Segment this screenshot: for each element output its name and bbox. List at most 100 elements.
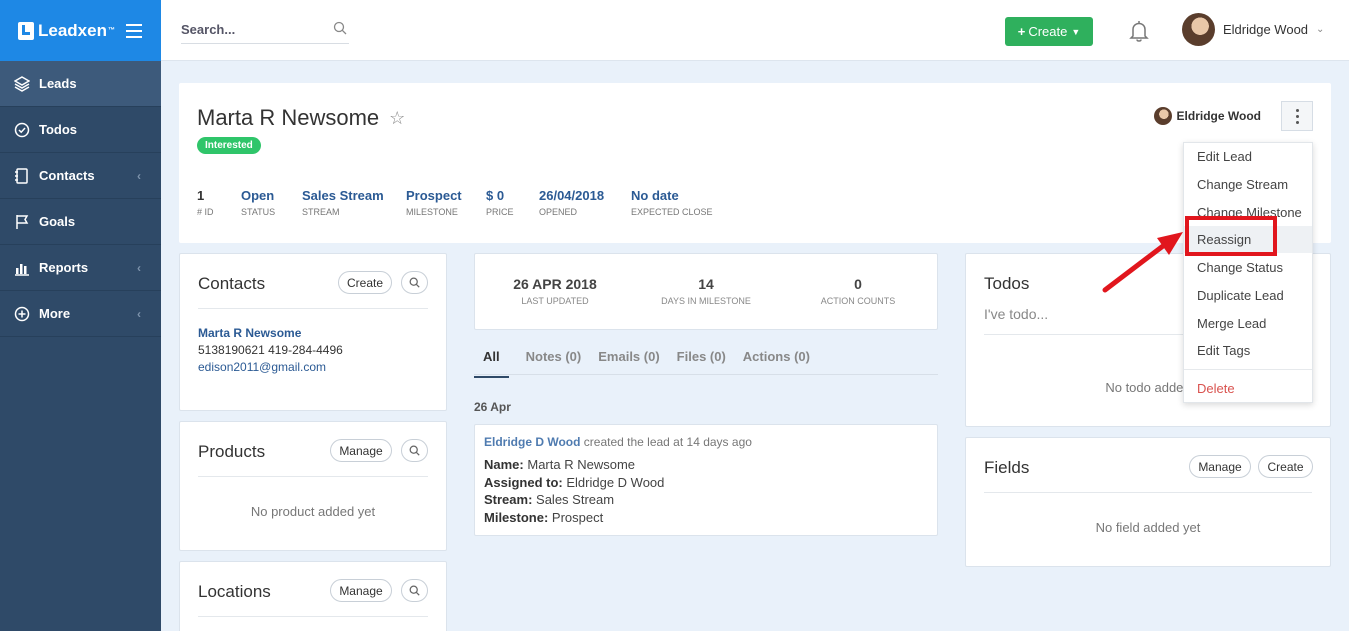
- todos-title: Todos: [984, 274, 1030, 293]
- more-options-icon[interactable]: [1281, 101, 1313, 131]
- tab-emails[interactable]: Emails (0): [598, 344, 659, 378]
- menu-item-change-status[interactable]: Change Status: [1197, 260, 1283, 275]
- brand-logo[interactable]: Leadxen ™: [18, 21, 115, 41]
- locations-manage-button[interactable]: Manage: [330, 579, 392, 602]
- tab-actions[interactable]: Actions (0): [743, 344, 810, 378]
- sidebar-item-label: Goals: [39, 214, 76, 229]
- timeline-line: Name: Marta R Newsome: [484, 457, 635, 472]
- line-value: Prospect: [548, 510, 604, 525]
- fields-create-button[interactable]: Create: [1258, 455, 1313, 478]
- line-key: Name:: [484, 457, 524, 472]
- products-manage-button[interactable]: Manage: [330, 439, 392, 462]
- meta-milestone[interactable]: Prospect MILESTONE: [406, 188, 462, 217]
- sidebar-item-reports[interactable]: Reports ‹: [0, 245, 161, 291]
- sidebar-item-goals[interactable]: Goals: [0, 199, 161, 245]
- search-input[interactable]: [181, 17, 321, 41]
- menu-item-merge-lead[interactable]: Merge Lead: [1197, 316, 1266, 331]
- tabs-divider: [474, 374, 938, 375]
- sidebar-item-label: Reports: [39, 260, 89, 275]
- timeline-line: Milestone: Prospect: [484, 510, 603, 525]
- meta-label: STREAM: [302, 207, 340, 217]
- topbar: + Create ▼ Eldridge Wood ⌄: [161, 0, 1349, 61]
- meta-id: 1 # ID: [197, 188, 214, 217]
- tab-all[interactable]: All: [474, 344, 509, 378]
- menu-item-edit-lead[interactable]: Edit Lead: [1197, 149, 1252, 164]
- chevron-down-icon: ⌄: [1316, 24, 1325, 35]
- stat-value: 0: [854, 276, 862, 292]
- contacts-title: Contacts: [198, 274, 266, 293]
- highlight-box: [1185, 216, 1277, 256]
- stat-value: 14: [698, 276, 714, 292]
- sidebar-item-label: Contacts: [39, 168, 95, 183]
- stat-last-updated: 26 APR 2018 LAST UPDATED: [480, 276, 630, 306]
- todo-input[interactable]: I've todo...: [984, 306, 1048, 322]
- menu-item-change-stream[interactable]: Change Stream: [1197, 177, 1288, 192]
- products-empty-text: No product added yet: [250, 504, 376, 519]
- lead-actions-menu: Edit Lead Change Stream Change Milestone…: [1183, 142, 1313, 403]
- menu-divider: [1184, 369, 1312, 370]
- contacts-card: Contacts Create Marta R Newsome 51381906…: [179, 253, 447, 411]
- line-key: Stream:: [484, 492, 533, 507]
- star-icon[interactable]: ☆: [389, 108, 405, 129]
- create-button[interactable]: + Create ▼: [1005, 17, 1093, 46]
- layers-icon: [14, 75, 30, 92]
- lead-owner[interactable]: Eldridge Wood: [1153, 107, 1261, 125]
- stat-value: 26 APR 2018: [513, 276, 597, 292]
- stat-action-counts: 0 ACTION COUNTS: [783, 276, 933, 306]
- annotation-arrow-icon: [1102, 232, 1183, 293]
- user-menu[interactable]: Eldridge Wood ⌄: [1182, 13, 1324, 46]
- meta-value: 26/04/2018: [539, 188, 605, 203]
- menu-item-delete[interactable]: Delete: [1197, 381, 1235, 396]
- owner-name: Eldridge Wood: [1176, 109, 1261, 123]
- search-icon[interactable]: [401, 579, 428, 602]
- chevron-left-icon: ‹: [137, 306, 141, 321]
- plus-circle-icon: [14, 306, 30, 322]
- leadxen-logo-icon: [18, 21, 34, 40]
- divider: [198, 616, 428, 617]
- meta-expected-close[interactable]: No date EXPECTED CLOSE: [631, 188, 713, 217]
- tab-files[interactable]: Files (0): [677, 344, 726, 378]
- sidebar-item-label: Todos: [39, 122, 78, 137]
- menu-item-edit-tags[interactable]: Edit Tags: [1197, 343, 1250, 358]
- meta-status[interactable]: Open STATUS: [241, 188, 275, 217]
- timeline-line: Assigned to: Eldridge D Wood: [484, 475, 664, 490]
- meta-label: STATUS: [241, 207, 276, 217]
- menu-item-duplicate-lead[interactable]: Duplicate Lead: [1197, 288, 1284, 303]
- meta-label: # ID: [197, 207, 214, 217]
- line-value: Marta R Newsome: [523, 457, 635, 472]
- tab-notes[interactable]: Notes (0): [526, 344, 582, 378]
- search-icon[interactable]: [333, 21, 347, 38]
- meta-opened[interactable]: 26/04/2018 OPENED: [539, 188, 604, 217]
- actor-link[interactable]: Eldridge D Wood: [484, 435, 580, 449]
- sidebar-item-more[interactable]: More ‹: [0, 291, 161, 337]
- meta-price[interactable]: $ 0 PRICE: [486, 188, 514, 217]
- contact-email-link[interactable]: edison2011@gmail.com: [198, 360, 326, 374]
- address-book-icon: [14, 167, 30, 184]
- lead-header-card: Marta R Newsome ☆ Interested 1 # ID Open S…: [179, 83, 1331, 243]
- sidebar-item-todos[interactable]: Todos: [0, 107, 161, 153]
- chevron-left-icon: ‹: [137, 168, 141, 183]
- sidebar-item-contacts[interactable]: Contacts ‹: [0, 153, 161, 199]
- flag-icon: [14, 214, 30, 230]
- products-title: Products: [198, 442, 266, 461]
- meta-value: 1: [197, 188, 205, 203]
- search-icon[interactable]: [401, 271, 428, 294]
- sidebar-item-leads[interactable]: Leads: [0, 61, 161, 107]
- search-icon[interactable]: [401, 439, 428, 462]
- search-box: [181, 17, 349, 44]
- meta-value: Sales Stream: [302, 188, 384, 203]
- menu-toggle-icon[interactable]: [126, 24, 142, 42]
- meta-label: OPENED: [539, 207, 578, 217]
- contacts-create-button[interactable]: Create: [338, 271, 392, 294]
- stats-card: 26 APR 2018 LAST UPDATED 14 DAYS IN MILEST…: [474, 253, 938, 330]
- line-key: Milestone:: [484, 510, 549, 525]
- contact-name-link[interactable]: Marta R Newsome: [198, 326, 301, 340]
- meta-label: MILESTONE: [406, 207, 458, 217]
- meta-value: No date: [631, 188, 679, 203]
- meta-stream[interactable]: Sales Stream STREAM: [302, 188, 384, 217]
- stat-label: LAST UPDATED: [521, 296, 589, 306]
- divider: [198, 476, 428, 477]
- notifications-bell-icon[interactable]: [1129, 20, 1149, 45]
- plus-icon: +: [1017, 24, 1026, 39]
- fields-manage-button[interactable]: Manage: [1189, 455, 1251, 478]
